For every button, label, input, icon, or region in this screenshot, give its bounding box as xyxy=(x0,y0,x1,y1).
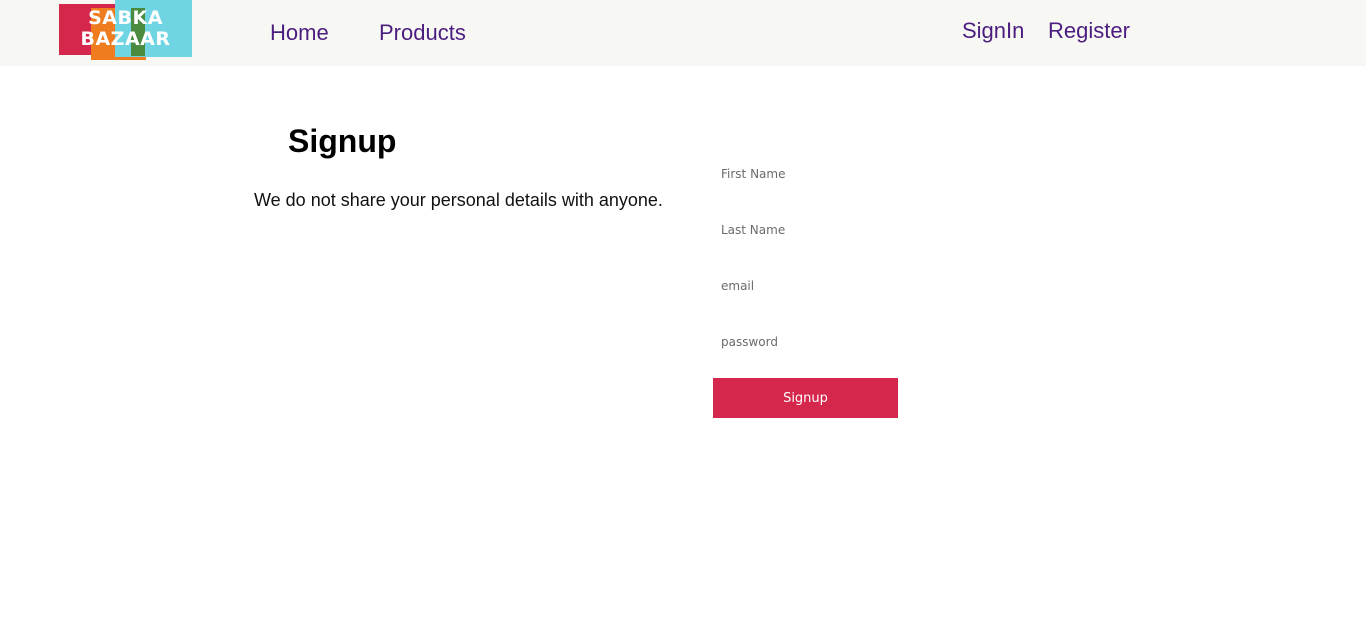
register-link[interactable]: Register xyxy=(1048,18,1130,44)
signup-button[interactable]: Signup xyxy=(713,378,898,418)
email-field[interactable] xyxy=(713,271,898,301)
last-name-field[interactable] xyxy=(713,215,898,245)
signin-link[interactable]: SignIn xyxy=(962,18,1024,44)
top-header: SABKA BAZAAR Home Products SignIn Regist… xyxy=(0,0,1366,66)
logo-text: SABKA BAZAAR xyxy=(59,8,192,50)
logo-text-line1: SABKA xyxy=(88,7,163,29)
nav-products-link[interactable]: Products xyxy=(379,20,466,46)
sabka-bazaar-logo[interactable]: SABKA BAZAAR xyxy=(59,0,192,60)
logo-text-line2: BAZAAR xyxy=(80,28,171,50)
page-title: Signup xyxy=(288,123,397,159)
first-name-field[interactable] xyxy=(713,159,898,189)
privacy-note: We do not share your personal details wi… xyxy=(254,190,663,210)
password-field[interactable] xyxy=(713,327,898,357)
nav-home-link[interactable]: Home xyxy=(270,20,329,46)
